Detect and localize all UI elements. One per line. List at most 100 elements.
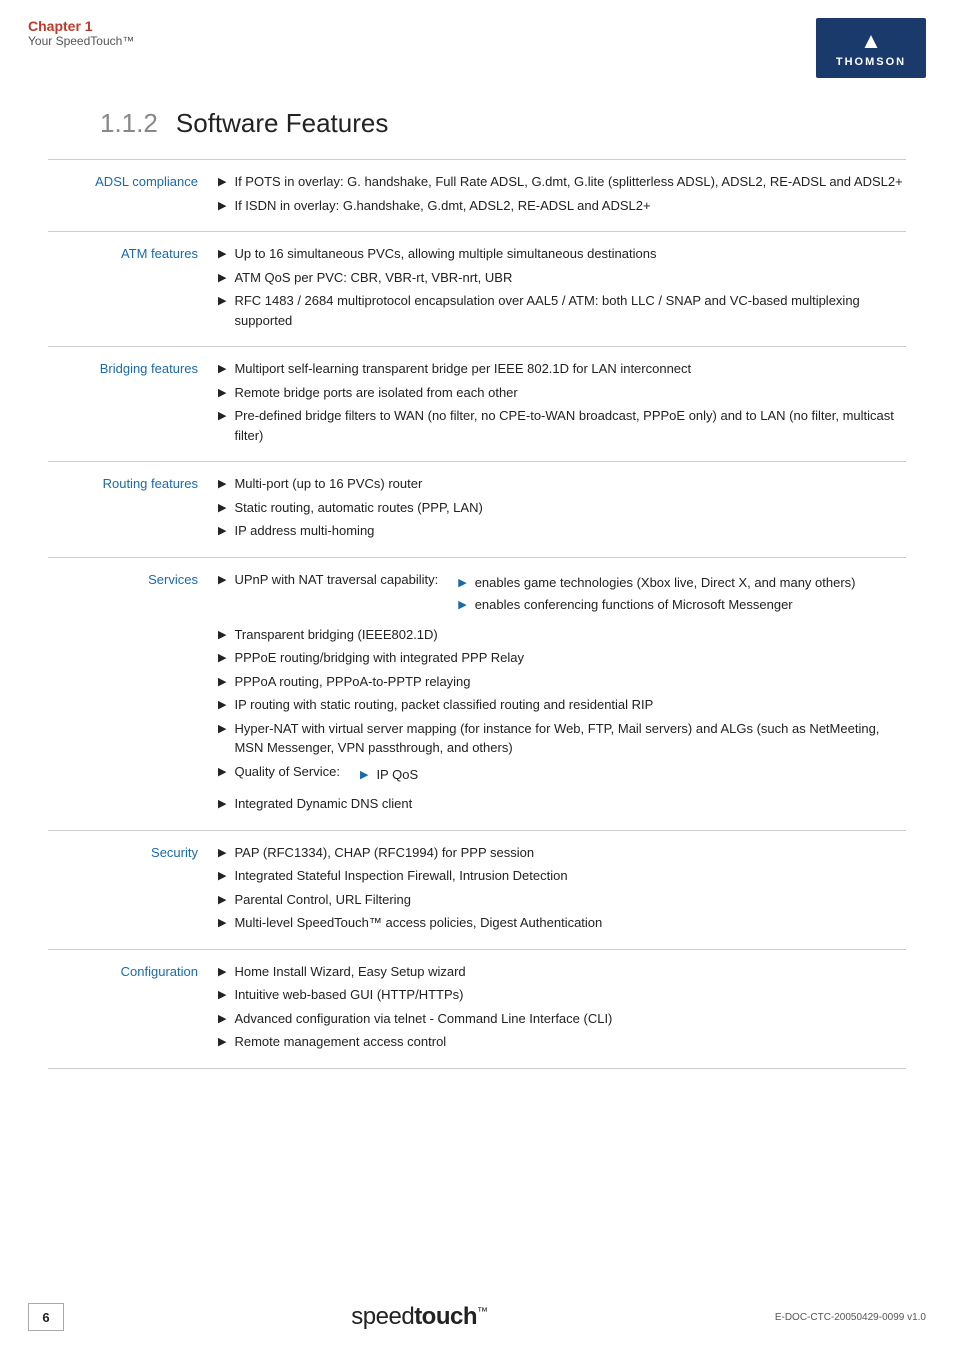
feature-row: ADSL compliance ▶ If POTS in overlay: G. h…: [48, 160, 906, 232]
sub-list-item: ▶enables game technologies (Xbox live, D…: [458, 573, 855, 593]
item-text: Pre-defined bridge filters to WAN (no fi…: [234, 406, 906, 445]
list-item: ▶Intuitive web-based GUI (HTTP/HTTPs): [218, 985, 906, 1005]
bullet-arrow-icon: ▶: [218, 523, 226, 540]
bullet-arrow-icon: ▶: [218, 1011, 226, 1028]
bullet-arrow-icon: ▶: [218, 964, 226, 981]
chapter-sub: Your SpeedTouch™: [28, 34, 134, 48]
logo-area: ▲ THOMSON: [816, 18, 926, 78]
list-item: ▶IP address multi-homing: [218, 521, 906, 541]
list-item: ▶ Advanced configuration via telnet - Com…: [218, 1009, 906, 1029]
feature-label: Routing features: [48, 462, 208, 558]
main-content: ADSL compliance ▶ If POTS in overlay: G. h…: [20, 149, 934, 1089]
list-item: ▶ RFC 1483 / 2684 multiprotocol encapsula…: [218, 291, 906, 330]
feature-row: Configuration▶Home Install Wizard, Easy …: [48, 949, 906, 1068]
bullet-arrow-icon: ▶: [218, 198, 226, 215]
footer-brand: speedtouch™: [351, 1303, 487, 1331]
feature-table: ADSL compliance ▶ If POTS in overlay: G. h…: [48, 159, 906, 1069]
page-footer: 6 speedtouch™ E-DOC-CTC-20050429-0099 v1…: [0, 1303, 954, 1331]
chapter-info: Chapter 1 Your SpeedTouch™: [28, 18, 134, 48]
bullet-arrow-icon: ▶: [218, 915, 226, 932]
page-header: Chapter 1 Your SpeedTouch™ ▲ THOMSON: [0, 0, 954, 78]
bullet-arrow-icon: ▶: [218, 627, 226, 644]
list-item: ▶ Multi-level SpeedTouch™ access policies…: [218, 913, 906, 933]
item-text: Parental Control, URL Filtering: [234, 890, 411, 910]
list-item: ▶PAP (RFC1334), CHAP (RFC1994) for PPP s…: [218, 843, 906, 863]
bullet-arrow-icon: ▶: [218, 764, 226, 781]
bullet-arrow-icon: ▶: [218, 572, 226, 589]
bullet-arrow-icon: ▶: [218, 721, 226, 738]
section-title: Software Features: [161, 108, 388, 138]
footer-doc-ref: E-DOC-CTC-20050429-0099 v1.0: [775, 1312, 926, 1323]
item-text: Remote management access control: [234, 1032, 446, 1052]
item-text: Advanced configuration via telnet - Comm…: [234, 1009, 612, 1029]
bullet-arrow-icon: ▶: [218, 796, 226, 813]
sub-item-text: enables game technologies (Xbox live, Di…: [475, 573, 856, 593]
bullet-arrow-icon: ▶: [218, 361, 226, 378]
list-item: ▶ Up to 16 simultaneous PVCs, allowing mu…: [218, 244, 906, 264]
item-text: PAP (RFC1334), CHAP (RFC1994) for PPP se…: [234, 843, 534, 863]
feature-row: Routing features ▶ Multi-port (up to 16 PV…: [48, 462, 906, 558]
section-number: 1.1.2: [100, 108, 158, 138]
list-item: ▶ Integrated Stateful Inspection Firewall…: [218, 866, 906, 886]
item-text: If POTS in overlay: G. handshake, Full R…: [234, 172, 902, 192]
item-text: Up to 16 simultaneous PVCs, allowing mul…: [234, 244, 656, 264]
item-text: Multi-level SpeedTouch™ access policies,…: [234, 913, 602, 933]
list-item: ▶ Integrated Dynamic DNS client: [218, 794, 906, 814]
sub-item-text: IP QoS: [376, 765, 418, 785]
page-number: 6: [28, 1303, 64, 1331]
list-item: ▶Remote bridge ports are isolated from e…: [218, 383, 906, 403]
bullet-arrow-icon: ▶: [218, 674, 226, 691]
list-item: ▶IP routing with static routing, packet …: [218, 695, 906, 715]
sub-bullet-arrow-icon: ▶: [458, 597, 466, 614]
logo-box: ▲ THOMSON: [816, 18, 926, 78]
list-item: ▶ Remote management access control: [218, 1032, 906, 1052]
feature-content: ▶ If POTS in overlay: G. handshake, Full …: [208, 160, 906, 232]
list-item: ▶ If POTS in overlay: G. handshake, Full …: [218, 172, 906, 192]
bullet-arrow-icon: ▶: [218, 892, 226, 909]
item-text: Integrated Stateful Inspection Firewall,…: [234, 866, 567, 886]
bullet-arrow-icon: ▶: [218, 500, 226, 517]
bullet-arrow-icon: ▶: [218, 1034, 226, 1051]
item-text: Hyper-NAT with virtual server mapping (f…: [234, 719, 906, 758]
feature-content: ▶Home Install Wizard, Easy Setup wizard▶…: [208, 949, 906, 1068]
item-text: UPnP with NAT traversal capability:: [234, 570, 438, 590]
item-text: IP routing with static routing, packet c…: [234, 695, 653, 715]
item-text: RFC 1483 / 2684 multiprotocol encapsulat…: [234, 291, 906, 330]
item-text: Integrated Dynamic DNS client: [234, 794, 412, 814]
bullet-arrow-icon: ▶: [218, 174, 226, 191]
thomson-logo-icon: ▲: [860, 28, 882, 54]
bullet-arrow-icon: ▶: [218, 868, 226, 885]
bullet-arrow-icon: ▶: [218, 650, 226, 667]
page-title-area: 1.1.2 Software Features: [0, 78, 954, 149]
bullet-arrow-icon: ▶: [218, 246, 226, 263]
feature-row: Security▶PAP (RFC1334), CHAP (RFC1994) f…: [48, 830, 906, 949]
feature-content: ▶ Multi-port (up to 16 PVCs) router ▶Stati…: [208, 462, 906, 558]
sub-item-text: enables conferencing functions of Micros…: [475, 595, 793, 615]
list-item: ▶Static routing, automatic routes (PPP, …: [218, 498, 906, 518]
feature-content: ▶ Multiport self-learning transparent bri…: [208, 347, 906, 462]
list-item: ▶ Multi-port (up to 16 PVCs) router: [218, 474, 906, 494]
bullet-arrow-icon: ▶: [218, 385, 226, 402]
feature-row: Services ▶ UPnP with NAT traversal capabil…: [48, 557, 906, 830]
item-text: Multiport self-learning transparent brid…: [234, 359, 691, 379]
list-item: ▶Quality of Service:▶IP QoS: [218, 762, 906, 791]
item-text: ATM QoS per PVC: CBR, VBR-rt, VBR-nrt, U…: [234, 268, 512, 288]
item-text: Intuitive web-based GUI (HTTP/HTTPs): [234, 985, 463, 1005]
list-item: ▶ ATM QoS per PVC: CBR, VBR-rt, VBR-nrt, …: [218, 268, 906, 288]
feature-row: Bridging features▶Multiport self-learnin…: [48, 347, 906, 462]
feature-label: Security: [48, 830, 208, 949]
bullet-arrow-icon: ▶: [218, 293, 226, 310]
item-text: Transparent bridging (IEEE802.1D): [234, 625, 437, 645]
bullet-arrow-icon: ▶: [218, 270, 226, 287]
feature-content: ▶ Up to 16 simultaneous PVCs, allowing mu…: [208, 232, 906, 347]
bullet-arrow-icon: ▶: [218, 476, 226, 493]
list-item: ▶PPPoE routing/bridging with integrated …: [218, 648, 906, 668]
item-text: Multi-port (up to 16 PVCs) router: [234, 474, 422, 494]
list-item: ▶Home Install Wizard, Easy Setup wizard: [218, 962, 906, 982]
item-text: If ISDN in overlay: G.handshake, G.dmt, …: [234, 196, 650, 216]
feature-label: ADSL compliance: [48, 160, 208, 232]
feature-content: ▶UPnP with NAT traversal capability:▶ena…: [208, 557, 906, 830]
feature-label: Services: [48, 557, 208, 830]
sub-list-item: ▶ enables conferencing functions of Micro…: [458, 595, 855, 615]
list-item: ▶ Parental Control, URL Filtering: [218, 890, 906, 910]
